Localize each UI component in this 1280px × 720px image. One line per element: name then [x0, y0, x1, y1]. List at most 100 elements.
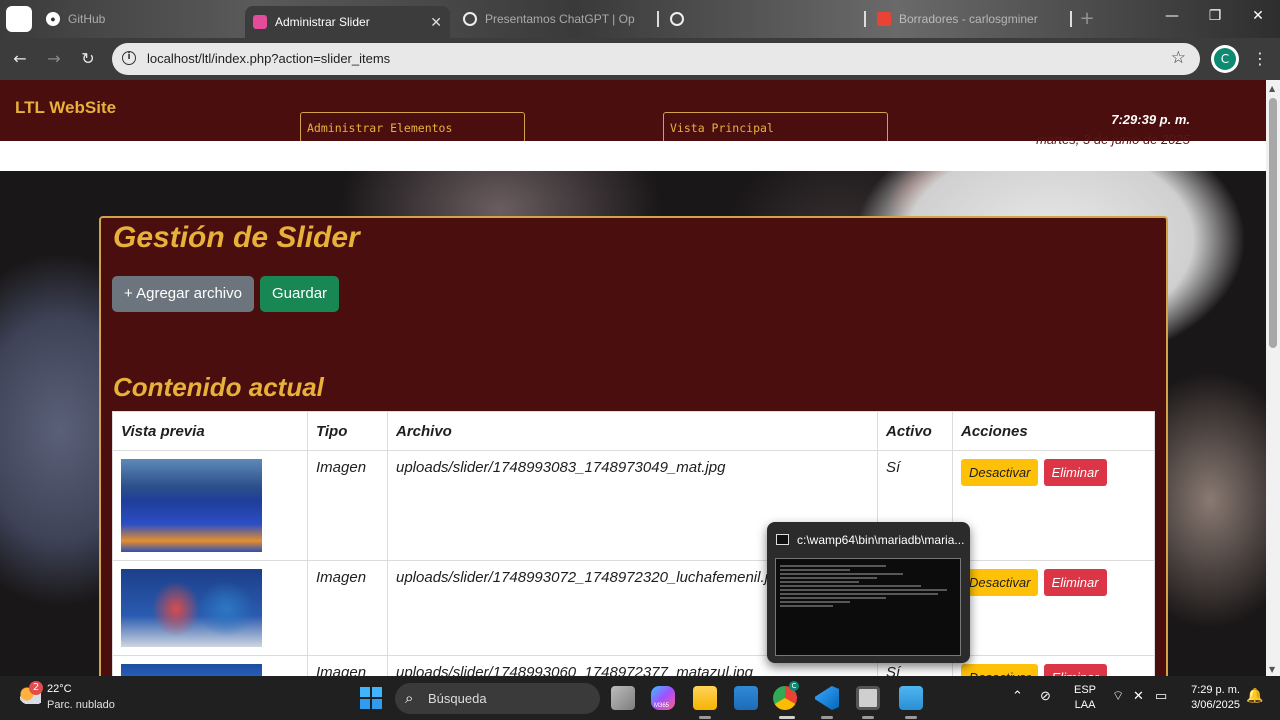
search-label: Búsqueda [428, 691, 487, 706]
address-bar[interactable]: i localhost/ltl/index.php?action=slider_… [112, 43, 1200, 75]
table-row: Imagen uploads/slider/1748993060_1748972… [112, 655, 1155, 676]
forward-icon[interactable]: → [43, 48, 65, 70]
chrome-profile-badge: C [789, 681, 799, 691]
preview-thumbnail [121, 569, 262, 647]
tab-chatgpt[interactable]: Presentamos ChatGPT | Op [455, 6, 655, 32]
input-language[interactable]: ESP LAA [1074, 683, 1096, 713]
terminal-window-preview[interactable]: c:\wamp64\bin\mariadb\maria... [767, 522, 970, 663]
scrollbar-thumb[interactable] [1269, 98, 1277, 348]
tab-title: GitHub [68, 12, 106, 26]
file-explorer-icon[interactable] [693, 686, 717, 710]
copilot-m365-icon[interactable]: M365 [651, 686, 675, 710]
nav-vista-principal[interactable]: Vista Principal [663, 112, 888, 143]
tab-title: Borradores - carlosgminer [899, 12, 1038, 26]
taskbar: 2 22°C Parc. nublado ⌕ Búsqueda M365 C ⌃… [0, 676, 1280, 720]
delete-button[interactable]: Eliminar [1043, 664, 1107, 676]
notepad-icon[interactable] [899, 686, 923, 710]
tab-github[interactable]: ● GitHub [38, 6, 244, 32]
running-indicator [905, 716, 917, 719]
running-indicator [779, 716, 795, 719]
microsoft-store-icon[interactable] [734, 686, 758, 710]
terminal-thumbnail [775, 558, 961, 656]
browser-tab-strip: ● GitHub Administrar Slider ✕ Presentamo… [0, 0, 1280, 38]
terminal-preview-title: c:\wamp64\bin\mariadb\maria... [797, 533, 965, 547]
site-logo[interactable]: LTL WebSite [15, 98, 116, 118]
new-tab-button[interactable]: + [1076, 8, 1098, 30]
header-white-band: martes, 3 de junio de 2025 [0, 132, 1266, 171]
wifi-icon[interactable]: ⌔ [1112, 688, 1124, 704]
slider-management-panel: Gestión de Slider + Agregar archivo Guar… [99, 216, 1168, 676]
preview-thumbnail [121, 459, 262, 552]
column-header: Vista previa [112, 411, 308, 451]
weather-temperature[interactable]: 22°C [47, 683, 72, 695]
tab-search-button[interactable] [6, 6, 32, 32]
slider-items-table: Vista previa Tipo Archivo Activo Accione… [112, 411, 1155, 676]
save-button[interactable]: Guardar [260, 276, 340, 312]
header-clock: 7:29:39 p. m. [1111, 112, 1190, 127]
battery-icon[interactable]: ▭ [1155, 688, 1167, 704]
browser-menu-icon[interactable]: ⋮ [1252, 49, 1268, 68]
type-cell: Imagen [307, 560, 388, 656]
column-header: Activo [877, 411, 953, 451]
start-button[interactable] [360, 687, 382, 709]
delete-button[interactable]: Eliminar [1043, 459, 1107, 486]
show-hidden-icons[interactable]: ⌃ [1012, 688, 1023, 704]
tab-title: Presentamos ChatGPT | Op [485, 12, 635, 26]
nav-administrar-elementos[interactable]: Administrar Elementos [300, 112, 525, 143]
scroll-down-icon[interactable]: ▼ [1269, 665, 1275, 674]
no-network-icon[interactable]: ⊘ [1040, 688, 1051, 704]
column-header: Tipo [307, 411, 388, 451]
running-indicator [699, 716, 711, 719]
deactivate-button[interactable]: Desactivar [961, 459, 1039, 486]
tab-gmail[interactable]: Borradores - carlosgminer [869, 6, 1069, 32]
close-window-icon[interactable]: ✕ [1246, 8, 1270, 24]
reload-icon[interactable]: ↻ [77, 48, 99, 70]
tab-openai[interactable] [662, 6, 862, 32]
profile-initial: C [1214, 48, 1236, 70]
deactivate-button[interactable]: Desactivar [961, 569, 1039, 596]
preview-thumbnail [121, 664, 262, 676]
tab-administrar-slider[interactable]: Administrar Slider ✕ [245, 6, 450, 38]
close-tab-icon[interactable]: ✕ [430, 14, 442, 31]
vscode-icon[interactable] [815, 686, 839, 710]
bookmark-star-icon[interactable]: ☆ [1171, 48, 1186, 68]
delete-button[interactable]: Eliminar [1043, 569, 1107, 596]
section-title: Contenido actual [113, 372, 324, 402]
tab-separator [864, 11, 866, 27]
weather-description[interactable]: Parc. nublado [47, 699, 115, 711]
page-viewport: LTL WebSite Administrar Elementos Vista … [0, 80, 1266, 676]
scroll-up-icon[interactable]: ▲ [1269, 84, 1275, 93]
volume-muted-icon[interactable]: ✕ [1133, 688, 1144, 704]
openai-icon [463, 12, 477, 26]
profile-avatar[interactable]: C [1211, 45, 1239, 73]
terminal-taskbar-icon[interactable] [856, 686, 880, 710]
keyboard-layout: LAA [1074, 699, 1096, 711]
table-row: Imagen uploads/slider/1748993072_1748972… [112, 560, 1155, 656]
back-icon[interactable]: ← [9, 48, 31, 70]
task-view-icon[interactable] [611, 686, 635, 710]
openai-icon [670, 12, 684, 26]
weather-badge: 2 [29, 681, 43, 695]
page-scrollbar[interactable]: ▲ ▼ [1266, 80, 1280, 676]
deactivate-button[interactable]: Desactivar [961, 664, 1039, 676]
add-file-button[interactable]: + Agregar archivo [112, 276, 254, 312]
url-text[interactable]: localhost/ltl/index.php?action=slider_it… [147, 51, 390, 66]
tab-separator [657, 11, 659, 27]
browser-toolbar: ← → ↻ i localhost/ltl/index.php?action=s… [0, 38, 1280, 80]
site-info-icon[interactable]: i [122, 51, 136, 65]
notification-bell-icon[interactable]: 🔔 [1246, 688, 1263, 704]
taskbar-search[interactable]: ⌕ Búsqueda [395, 683, 600, 714]
system-clock[interactable]: 7:29 p. m. 3/06/2025 [1180, 683, 1240, 713]
type-cell: Imagen [307, 450, 388, 561]
terminal-icon [776, 534, 789, 545]
tab-title: Administrar Slider [275, 15, 370, 29]
minimize-icon[interactable]: — [1160, 8, 1184, 24]
gmail-icon [877, 12, 891, 26]
running-indicator [862, 716, 874, 719]
page-title: Gestión de Slider [113, 221, 360, 254]
running-indicator [821, 716, 833, 719]
page-icon [253, 15, 267, 29]
copilot-label: M365 [654, 703, 670, 709]
chrome-icon[interactable]: C [773, 681, 799, 710]
restore-icon[interactable]: ❐ [1203, 8, 1227, 24]
